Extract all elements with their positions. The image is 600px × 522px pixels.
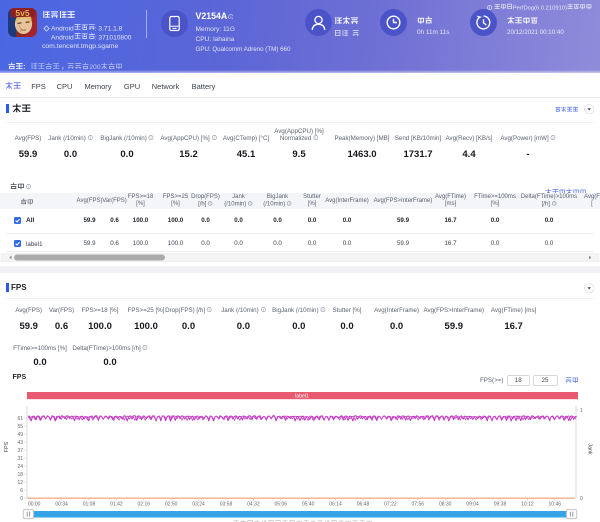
svg-text:08:30: 08:30 xyxy=(439,502,452,508)
svg-text:10:12: 10:12 xyxy=(521,502,534,508)
svg-text:37: 37 xyxy=(17,448,23,454)
svg-text:0: 0 xyxy=(20,496,23,502)
svg-text:0: 0 xyxy=(97,64,101,70)
svg-text:01:42: 01:42 xyxy=(110,502,123,508)
svg-text:24: 24 xyxy=(17,464,23,470)
svg-text:07:56: 07:56 xyxy=(412,502,425,508)
svg-text:6: 6 xyxy=(20,488,23,494)
svg-text:1: 1 xyxy=(580,408,583,414)
svg-text:00:34: 00:34 xyxy=(55,502,68,508)
svg-text:label1: label1 xyxy=(295,394,309,400)
svg-text:10:46: 10:46 xyxy=(549,502,562,508)
svg-text:05:06: 05:06 xyxy=(275,502,288,508)
svg-text:05:40: 05:40 xyxy=(302,502,315,508)
svg-text:01:08: 01:08 xyxy=(83,502,96,508)
svg-text:FPS: FPS xyxy=(4,441,10,452)
svg-text:07:22: 07:22 xyxy=(384,502,397,508)
svg-text:06:14: 06:14 xyxy=(329,502,342,508)
svg-text:00:00: 00:00 xyxy=(28,502,41,508)
svg-text::: : xyxy=(23,64,25,70)
svg-text:Jank: Jank xyxy=(587,443,593,455)
svg-text:49: 49 xyxy=(17,432,23,438)
svg-text:55: 55 xyxy=(17,424,23,430)
svg-text:03:58: 03:58 xyxy=(220,502,233,508)
svg-text:09:38: 09:38 xyxy=(494,502,507,508)
svg-text:02:50: 02:50 xyxy=(165,502,178,508)
svg-text:04:32: 04:32 xyxy=(247,502,260,508)
svg-text:03:24: 03:24 xyxy=(192,502,205,508)
svg-text:06:48: 06:48 xyxy=(357,502,370,508)
svg-text:18: 18 xyxy=(17,472,23,478)
svg-text:43: 43 xyxy=(17,440,23,446)
svg-text:61: 61 xyxy=(17,416,23,422)
svg-text:09:04: 09:04 xyxy=(466,502,479,508)
svg-text:0: 0 xyxy=(580,496,583,502)
svg-text:02:16: 02:16 xyxy=(138,502,151,508)
svg-text:12: 12 xyxy=(17,480,23,486)
svg-text:5v5: 5v5 xyxy=(15,8,29,18)
svg-text:31: 31 xyxy=(17,456,23,462)
